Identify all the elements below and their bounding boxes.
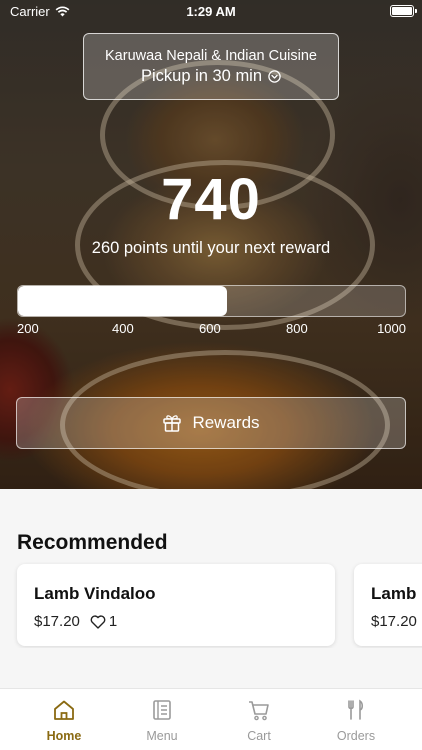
gift-icon bbox=[163, 415, 182, 432]
item-price: $17.20 bbox=[371, 613, 417, 630]
tab-cart[interactable]: Cart bbox=[209, 697, 309, 743]
status-bar: Carrier 1:29 AM bbox=[0, 0, 422, 22]
points-balance: 740 bbox=[161, 167, 261, 232]
item-name: Lamb Vindaloo bbox=[34, 584, 156, 603]
rewards-progress-bar bbox=[17, 285, 406, 317]
tick-label: 400 bbox=[112, 321, 134, 336]
rewards-button-label: Rewards bbox=[192, 413, 260, 432]
fork-knife-icon bbox=[348, 699, 364, 720]
cart-icon bbox=[249, 701, 269, 721]
recommended-carousel[interactable]: Lamb Vindaloo $17.20 1 Lamb Korma $17.20 bbox=[0, 562, 422, 648]
progress-ticks: 200 400 600 800 1000 bbox=[17, 321, 406, 337]
tab-label: Menu bbox=[146, 729, 178, 743]
chevron-down-circle-icon bbox=[268, 70, 281, 83]
tab-label: Orders bbox=[336, 729, 376, 743]
rewards-progress-fill bbox=[18, 286, 227, 316]
pickup-label: Pickup in 30 min bbox=[140, 67, 263, 85]
item-meta: $17.20 1 bbox=[34, 613, 117, 630]
menu-icon bbox=[153, 700, 171, 720]
tick-label: 1000 bbox=[377, 321, 406, 336]
hero-banner: Carrier 1:29 AM Karuwaa Nepali & Indian … bbox=[0, 0, 422, 489]
heart-icon bbox=[90, 614, 106, 629]
home-icon bbox=[54, 700, 74, 720]
restaurant-selector[interactable]: Karuwaa Nepali & Indian Cuisine Pickup i… bbox=[83, 33, 339, 100]
recommended-card[interactable]: Lamb Vindaloo $17.20 1 bbox=[17, 564, 335, 646]
status-time: 1:29 AM bbox=[186, 4, 236, 19]
like-count: 1 bbox=[108, 613, 118, 630]
item-name: Lamb Korma bbox=[371, 584, 422, 603]
tab-label: Home bbox=[46, 729, 82, 743]
recommended-card[interactable]: Lamb Korma $17.20 bbox=[354, 564, 422, 646]
recommended-heading: Recommended bbox=[17, 531, 168, 554]
tab-label: Cart bbox=[247, 729, 271, 743]
tab-menu[interactable]: Menu bbox=[112, 697, 212, 743]
tab-bar: Home Menu Cart Orders bbox=[0, 688, 422, 750]
like-button[interactable]: 1 bbox=[90, 613, 117, 630]
tab-home[interactable]: Home bbox=[14, 697, 114, 743]
item-meta: $17.20 bbox=[371, 613, 417, 630]
tick-label: 800 bbox=[286, 321, 308, 336]
rewards-button[interactable]: Rewards bbox=[16, 397, 406, 449]
restaurant-name: Karuwaa Nepali & Indian Cuisine bbox=[105, 48, 317, 64]
item-price: $17.20 bbox=[34, 613, 80, 630]
points-until-reward: 260 points until your next reward bbox=[91, 239, 331, 257]
pickup-time: Pickup in 30 min bbox=[84, 67, 338, 86]
tick-label: 600 bbox=[199, 321, 221, 336]
tick-label: 200 bbox=[17, 321, 39, 336]
tab-orders[interactable]: Orders bbox=[306, 697, 406, 743]
battery-icon bbox=[390, 5, 417, 17]
